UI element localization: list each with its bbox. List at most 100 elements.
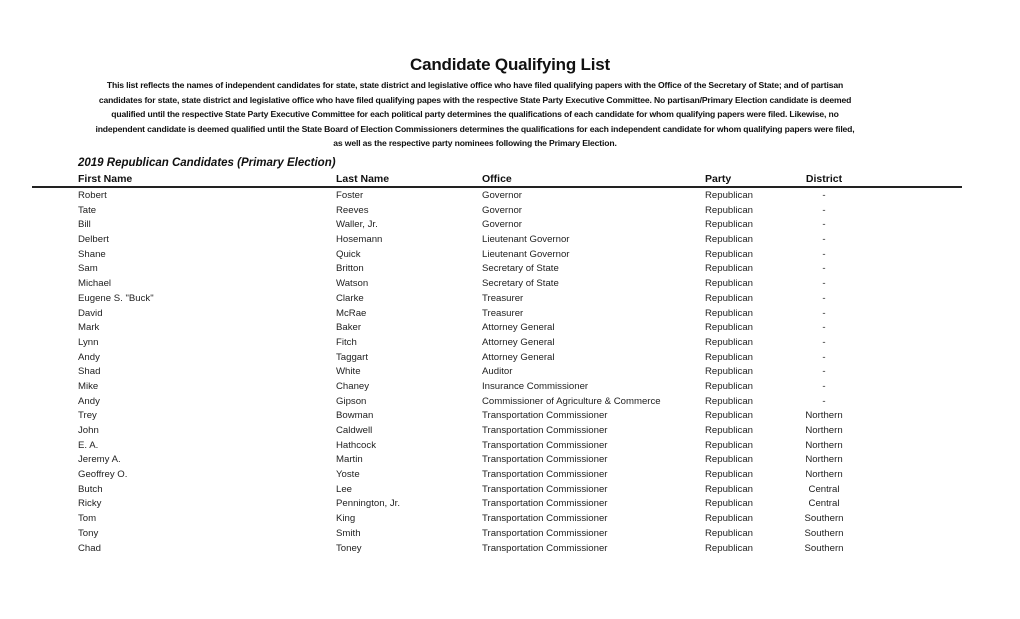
cell-last-name: Foster (336, 190, 364, 201)
cell-party: Republican (705, 410, 754, 422)
cell-last-name: McRae (336, 307, 367, 319)
cell-party: Republican (705, 336, 754, 348)
cell-first-name: Shane (78, 248, 106, 260)
cell-party: Republican (705, 425, 754, 436)
cell-first-name: Tony (78, 527, 99, 539)
intro-line: as well as the respective party nominees… (333, 138, 617, 149)
header-party: Party (705, 173, 732, 185)
intro-line: qualified until the respective State Par… (111, 109, 839, 120)
cell-first-name: Michael (78, 278, 112, 290)
cell-last-name: Reeves (336, 204, 369, 216)
cell-district: - (822, 234, 826, 246)
cell-party: Republican (705, 351, 754, 363)
cell-office: Attorney General (482, 322, 555, 334)
cell-office: Attorney General (482, 336, 555, 348)
cell-first-name: Trey (78, 410, 97, 422)
cell-district: - (822, 204, 826, 216)
table-row: Sam Britton Secretary of State Republican - (32, 262, 962, 277)
cell-first-name: Ricky (78, 498, 102, 510)
cell-first-name: David (78, 307, 103, 319)
table-row: Jeremy A. Martin Transportation Commission… (32, 453, 962, 468)
cell-district: Southern (804, 542, 844, 554)
cell-office: Lieutenant Governor (482, 234, 570, 246)
cell-first-name: Shad (78, 366, 101, 378)
table-row: Shane Quick Lieutenant Governor Republican - (32, 248, 962, 263)
table-row: Eugene S. "Buck" Clarke Treasurer Republica… (32, 292, 962, 307)
cell-party: Republican (705, 366, 754, 378)
cell-first-name: Robert (78, 190, 107, 201)
intro-line: candidates for state, state district and… (98, 94, 852, 105)
cell-first-name: Eugene S. "Buck" (78, 292, 154, 304)
table-row: Chad Toney Transportation Commissioner Repu… (32, 542, 962, 557)
cell-last-name: Yoste (336, 469, 360, 481)
table-row: Robert Foster Governor Republican - (32, 189, 962, 204)
cell-first-name: Tate (78, 204, 97, 216)
cell-office: Transportation Commissioner (482, 454, 608, 466)
cell-party: Republican (705, 498, 754, 510)
cell-party: Republican (705, 292, 754, 304)
cell-first-name: Geoffrey O. (78, 469, 128, 481)
table-row: Butch Lee Transportation Commissioner Repub… (32, 483, 962, 498)
cell-office: Treasurer (482, 292, 524, 304)
cell-last-name: Watson (336, 278, 369, 290)
cell-first-name: E. A. (78, 439, 99, 451)
table-row: Shad White Auditor Republican - (32, 365, 962, 380)
cell-party: Republican (705, 278, 754, 290)
cell-district: - (822, 366, 826, 378)
cell-last-name: Hosemann (336, 234, 383, 246)
cell-party: Republican (705, 234, 754, 246)
cell-district: - (822, 248, 826, 260)
candidate-table: First Name Last Name Office Party Distri… (32, 172, 962, 556)
cell-party: Republican (705, 454, 754, 466)
intro-line: This list reflects the names of independ… (106, 80, 844, 90)
cell-district: - (822, 307, 826, 319)
cell-district: - (822, 278, 826, 290)
table-row: Andy Gipson Commissioner of Agriculture & … (32, 395, 962, 410)
cell-office: Attorney General (482, 351, 555, 363)
cell-office: Governor (482, 190, 522, 201)
cell-party: Republican (705, 190, 754, 201)
cell-first-name: Mike (78, 380, 99, 392)
cell-first-name: Mark (78, 322, 100, 334)
table-row: Mike Chaney Insurance Commissioner Republic… (32, 380, 962, 395)
table-row: Michael Watson Secretary of State Republica… (32, 277, 962, 292)
table-row: David McRae Treasurer Republican - (32, 307, 962, 322)
cell-party: Republican (705, 307, 754, 319)
header-district: District (805, 173, 843, 185)
cell-district: - (822, 380, 826, 392)
document-title: Candidate Qualifying List (410, 55, 610, 74)
cell-last-name: Hathcock (336, 439, 376, 451)
cell-last-name: Clarke (336, 292, 364, 304)
cell-office: Transportation Commissioner (482, 469, 608, 481)
table-row: Andy Taggart Attorney General Republican - (32, 351, 962, 366)
cell-district: Northern (805, 439, 843, 451)
cell-district: Central (808, 483, 840, 495)
cell-party: Republican (705, 527, 754, 539)
cell-last-name: Quick (336, 248, 361, 260)
cell-last-name: Pennington, Jr. (336, 498, 401, 510)
header-office: Office (482, 173, 512, 185)
cell-last-name: Taggart (336, 351, 368, 363)
cell-office: Commissioner of Agriculture & Commerce (482, 395, 661, 407)
cell-district: Northern (805, 410, 843, 422)
cell-office: Transportation Commissioner (482, 542, 608, 554)
cell-party: Republican (705, 219, 754, 231)
cell-district: Northern (805, 469, 843, 481)
cell-district: Southern (804, 527, 844, 539)
cell-last-name: Britton (336, 263, 364, 275)
table-body: Robert Foster Governor Republican - Tate Reeve… (32, 188, 962, 556)
table-row: Ricky Pennington, Jr. Transportation Commi… (32, 497, 962, 512)
cell-office: Lieutenant Governor (482, 248, 570, 260)
cell-party: Republican (705, 263, 754, 275)
cell-district: - (822, 190, 826, 201)
cell-district: - (822, 263, 826, 275)
cell-last-name: Martin (336, 454, 363, 466)
cell-district: - (822, 292, 826, 304)
cell-last-name: Chaney (336, 380, 370, 392)
cell-office: Transportation Commissioner (482, 425, 608, 436)
cell-party: Republican (705, 483, 754, 495)
intro-line: independent candidate is deemed qualifie… (95, 123, 855, 134)
cell-party: Republican (705, 513, 754, 525)
table-header-row: First Name Last Name Office Party Distri… (32, 172, 962, 188)
cell-last-name: Smith (336, 527, 361, 539)
